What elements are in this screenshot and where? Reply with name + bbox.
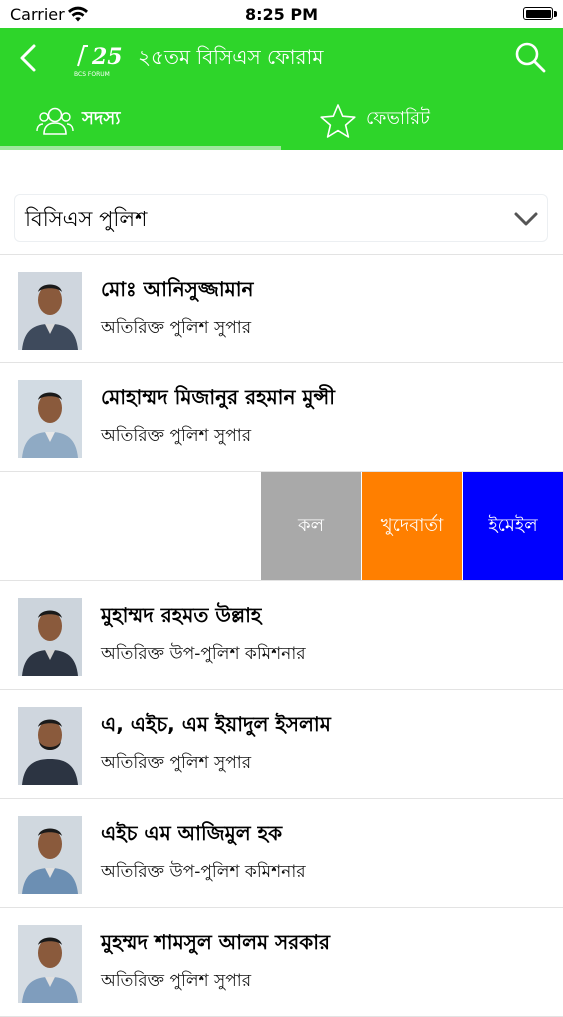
cadre-filter-select[interactable]: বিসিএস পুলিশ [14,194,548,242]
avatar [18,272,82,350]
member-name: মোঃ আনিসুজ্জামান [101,277,254,301]
member-designation: অতিরিক্ত উপ-পুলিশ কমিশনার [101,644,306,664]
status-bar: Carrier 8:25 PM [0,0,563,28]
member-row[interactable]: এ, এইচ, এম ইয়াদুল ইসলাম অতিরিক্ত পুলিশ … [0,690,563,799]
avatar [18,380,82,458]
member-row-swiped[interactable]: কল খুদেবার্তা ইমেইল [0,472,563,581]
star-icon [320,104,356,138]
battery-icon [523,7,553,20]
member-row[interactable]: মুহাম্মদ রহমত উল্লাহ অতিরিক্ত উপ-পুলিশ ক… [0,581,563,690]
clock: 8:25 PM [244,5,318,24]
tab-members-label: সদস্য [82,108,121,129]
member-designation: অতিরিক্ত পুলিশ সুপার [101,426,252,446]
member-row[interactable]: মুহম্মদ শামসুল আলম সরকার অতিরিক্ত পুলিশ … [0,908,563,1017]
member-designation: অতিরিক্ত উপ-পুলিশ কমিশনার [101,862,306,882]
avatar [18,707,82,785]
active-tab-indicator [0,146,281,150]
back-icon[interactable] [12,40,48,76]
member-list: মোঃ আনিসুজ্জামান অতিরিক্ত পুলিশ সুপার মো… [0,254,563,1017]
member-row[interactable]: মোহাম্মদ মিজানুর রহমান মুন্সী অতিরিক্ত প… [0,363,563,472]
member-designation: অতিরিক্ত পুলিশ সুপার [101,753,252,773]
email-button[interactable]: ইমেইল [463,472,563,580]
tab-favorites[interactable]: ফেভারিট [282,88,563,150]
member-name: মোহাম্মদ মিজানুর রহমান মুন্সী [101,385,335,409]
avatar [18,925,82,1003]
forum-logo: 25 BCS FORUM [74,44,122,78]
battery-nub [554,11,557,17]
call-button[interactable]: কল [261,472,361,580]
members-icon [36,107,74,135]
avatar [18,598,82,676]
member-row[interactable]: এইচ এম আজিমুল হক অতিরিক্ত উপ-পুলিশ কমিশন… [0,799,563,908]
member-row[interactable]: মোঃ আনিসুজ্জামান অতিরিক্ত পুলিশ সুপার [0,254,563,363]
member-name: এ, এইচ, এম ইয়াদুল ইসলাম [101,712,331,736]
search-icon[interactable] [511,38,549,76]
avatar [18,816,82,894]
svg-text:BCS FORUM: BCS FORUM [74,71,110,78]
page-title: ২৫তম বিসিএস ফোরাম [138,45,324,69]
svg-text:25: 25 [91,44,122,70]
chevron-down-icon [514,212,538,226]
member-name: এইচ এম আজিমুল হক [101,821,283,845]
tab-favorites-label: ফেভারিট [366,108,430,129]
member-designation: অতিরিক্ত পুলিশ সুপার [101,318,252,338]
sms-button[interactable]: খুদেবার্তা [362,472,462,580]
selected-cadre: বিসিএস পুলিশ [25,207,148,231]
member-name: মুহাম্মদ রহমত উল্লাহ [101,603,262,627]
member-name: মুহম্মদ শামসুল আলম সরকার [101,930,331,954]
app-header: 25 BCS FORUM ২৫তম বিসিএস ফোরাম সদস্য ফেভ… [0,28,563,150]
tab-members[interactable]: সদস্য [0,88,281,150]
member-designation: অতিরিক্ত পুলিশ সুপার [101,971,252,991]
